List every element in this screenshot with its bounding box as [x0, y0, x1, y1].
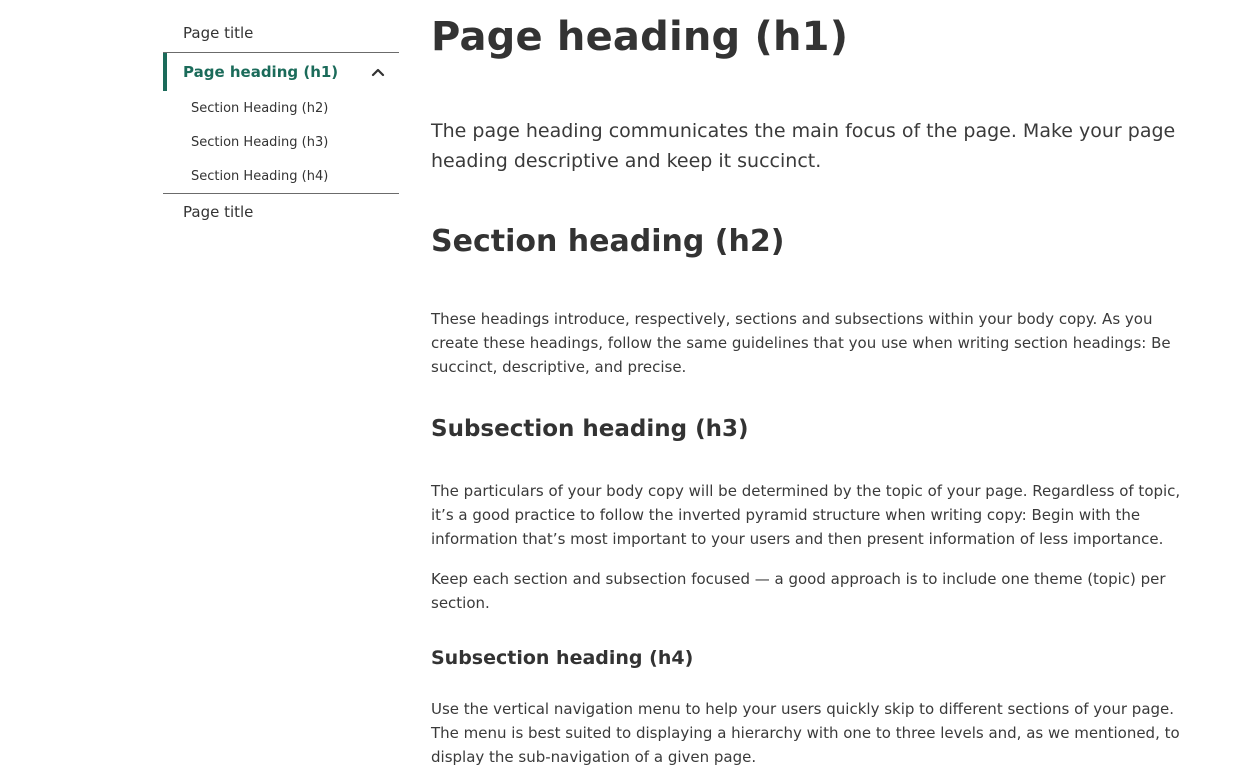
subsection-paragraph-2: Keep each section and subsection focused… — [431, 570, 1166, 612]
subsection-paragraph-3: Use the vertical navigation menu to help… — [431, 700, 1180, 766]
sidebar-subitem-label: Section Heading (h2) — [191, 100, 329, 116]
sidebar-item-label: Page heading (h1) — [183, 63, 339, 81]
subsection-paragraph-1: The particulars of your body copy will b… — [431, 482, 1181, 548]
sidebar-item-page-title-2[interactable]: Page title — [163, 193, 399, 229]
section-paragraph: These headings introduce, respectively, … — [431, 310, 1171, 376]
sub-navigation: Section Heading (h2) Section Heading (h3… — [163, 91, 399, 193]
side-navigation: Page title Page heading (h1) Section Hea… — [163, 14, 399, 229]
sidebar-subitem-h3[interactable]: Section Heading (h3) — [163, 125, 399, 159]
sidebar-subitem-label: Section Heading (h3) — [191, 134, 329, 150]
sidebar-item-label: Page title — [183, 202, 254, 221]
sidebar-subitem-label: Section Heading (h4) — [191, 168, 329, 184]
lead-paragraph: The page heading communicates the main f… — [431, 120, 1176, 172]
sidebar-subitem-h4[interactable]: Section Heading (h4) — [163, 159, 399, 193]
sidebar-item-label: Page title — [183, 24, 254, 42]
subsection-heading-h3: Subsection heading (h3) — [431, 416, 749, 442]
page: Page title Page heading (h1) Section Hea… — [0, 0, 1235, 770]
sidebar-item-page-title-1[interactable]: Page title — [163, 14, 399, 53]
subsection-heading-h4: Subsection heading (h4) — [431, 647, 694, 669]
chevron-up-icon[interactable] — [371, 65, 385, 79]
sidebar-subitem-h2[interactable]: Section Heading (h2) — [163, 91, 399, 125]
sidebar-item-page-heading[interactable]: Page heading (h1) — [163, 53, 399, 91]
page-heading: Page heading (h1) — [431, 14, 849, 60]
section-heading: Section heading (h2) — [431, 224, 785, 259]
